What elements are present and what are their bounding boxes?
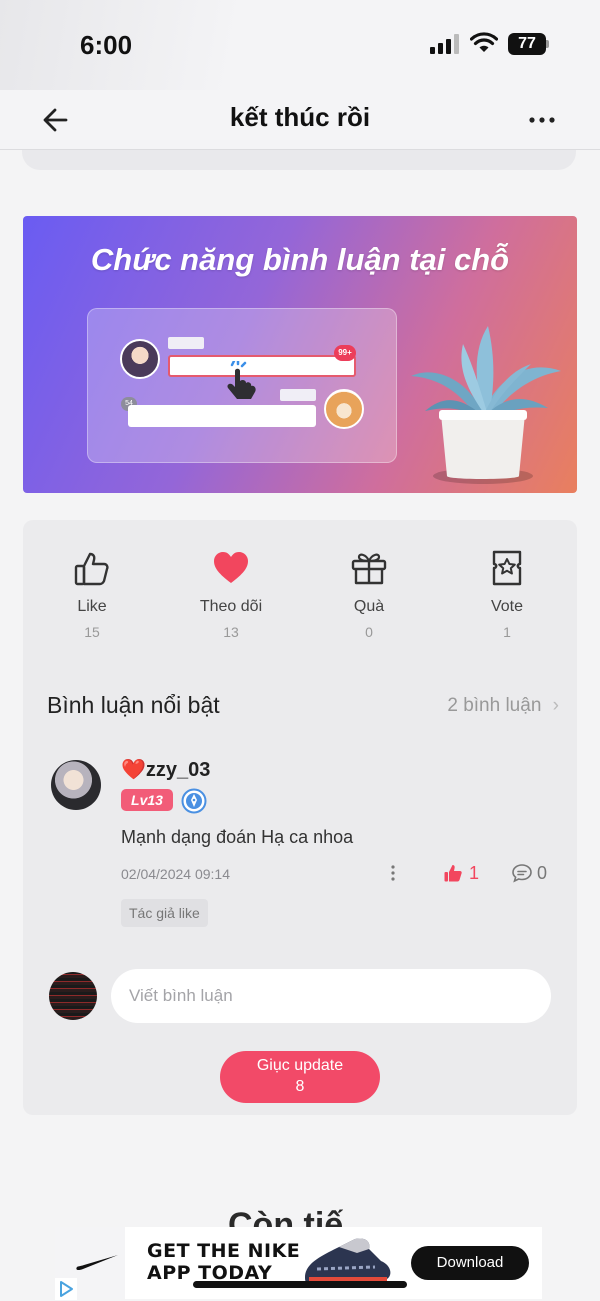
wifi-icon [470, 32, 498, 52]
illustration-comment-bubble [168, 355, 356, 377]
gift-icon [351, 553, 387, 585]
pen-badge-icon [181, 788, 207, 814]
level-badge: Lv13 [121, 789, 173, 811]
nike-swoosh-icon [76, 1255, 118, 1271]
vote-action[interactable]: Vote 1 [457, 548, 557, 640]
battery-indicator: 77 [508, 33, 546, 55]
pointing-hand-icon [227, 361, 256, 399]
comment-like-button[interactable]: 1 [443, 861, 479, 885]
commenter-username[interactable]: ❤️zzy_03 [121, 757, 210, 782]
page-title: kết thúc rồi [229, 102, 371, 132]
request-update-label: Giục update [256, 1057, 344, 1074]
all-comments-link[interactable]: 2 bình luận › [447, 695, 559, 717]
banner-title: Chức năng bình luận tại chỗ [90, 242, 510, 277]
nav-bar: kết thúc rồi [0, 90, 600, 150]
nike-ad-banner[interactable]: GET THE NIKE APP TODAY Download [55, 1227, 542, 1299]
gift-label: Quà [353, 598, 385, 615]
signal-icon [430, 34, 462, 54]
interaction-card: Like 15 Theo dõi 13 Quà 0 Vote 1 Bình lu… [23, 520, 577, 1115]
follow-label: Theo dõi [199, 598, 263, 615]
request-update-button[interactable]: Giục update 8 [220, 1051, 380, 1103]
illustration-count-badge: 99+ [334, 345, 356, 361]
author-liked-tag: Tác giả like [121, 899, 208, 927]
heart-icon [214, 552, 248, 583]
more-options-icon[interactable] [524, 104, 560, 136]
chevron-right-icon: › [552, 695, 559, 716]
banner-illustration-panel: 99+ 54 [87, 308, 397, 463]
thumbs-up-filled-icon [444, 865, 462, 882]
comment-options-icon[interactable] [385, 862, 401, 884]
current-user-avatar [49, 972, 97, 1020]
illustration-avatar [120, 339, 160, 379]
illustration-shiba-avatar [324, 389, 364, 429]
follow-count: 13 [223, 624, 239, 640]
comment-like-count: 1 [469, 862, 480, 883]
status-time: 6:00 [80, 30, 133, 60]
potted-plant-illustration [411, 326, 561, 484]
ad-headline: GET THE NIKE APP TODAY [147, 1240, 300, 1284]
home-indicator [193, 1281, 407, 1288]
status-bar: 6:00 77 [0, 0, 600, 90]
comment-reply-count: 0 [537, 862, 548, 883]
gift-action[interactable]: Quà 0 [319, 548, 419, 640]
comment-input[interactable] [111, 969, 551, 1023]
like-action[interactable]: Like 15 [42, 548, 142, 640]
ad-download-button[interactable]: Download [411, 1246, 529, 1280]
commenter-avatar[interactable] [51, 760, 101, 810]
battery-tip [546, 40, 549, 48]
featured-comments-title: Bình luận nổi bật [47, 692, 220, 718]
comment-reply-button[interactable]: 0 [511, 861, 547, 885]
illustration-tag [280, 389, 316, 401]
vote-ticket-icon [492, 550, 522, 586]
next-section-heading: Còn tiế [228, 1207, 344, 1227]
follow-action[interactable]: Theo dõi 13 [181, 548, 281, 640]
thumbs-up-icon [74, 552, 109, 586]
like-count: 15 [84, 624, 100, 640]
previous-card-edge [22, 150, 576, 170]
vote-count: 1 [503, 624, 511, 640]
gift-count: 0 [365, 624, 373, 640]
illustration-tag [168, 337, 204, 349]
speech-bubble-icon [512, 864, 532, 883]
comment-text: Mạnh dạng đoán Hạ ca nhoa [121, 827, 354, 847]
inline-comment-banner[interactable]: Chức năng bình luận tại chỗ 99+ 54 [23, 216, 577, 493]
like-label: Like [77, 598, 107, 615]
ad-headline-line1: GET THE NIKE [147, 1240, 301, 1262]
comment-date: 02/04/2024 09:14 [121, 866, 230, 882]
all-comments-label: 2 bình luận [447, 695, 542, 716]
adchoices-icon[interactable] [55, 1278, 77, 1300]
illustration-comment-bubble [128, 405, 316, 427]
vote-label: Vote [490, 598, 524, 615]
request-update-count: 8 [295, 1078, 305, 1095]
